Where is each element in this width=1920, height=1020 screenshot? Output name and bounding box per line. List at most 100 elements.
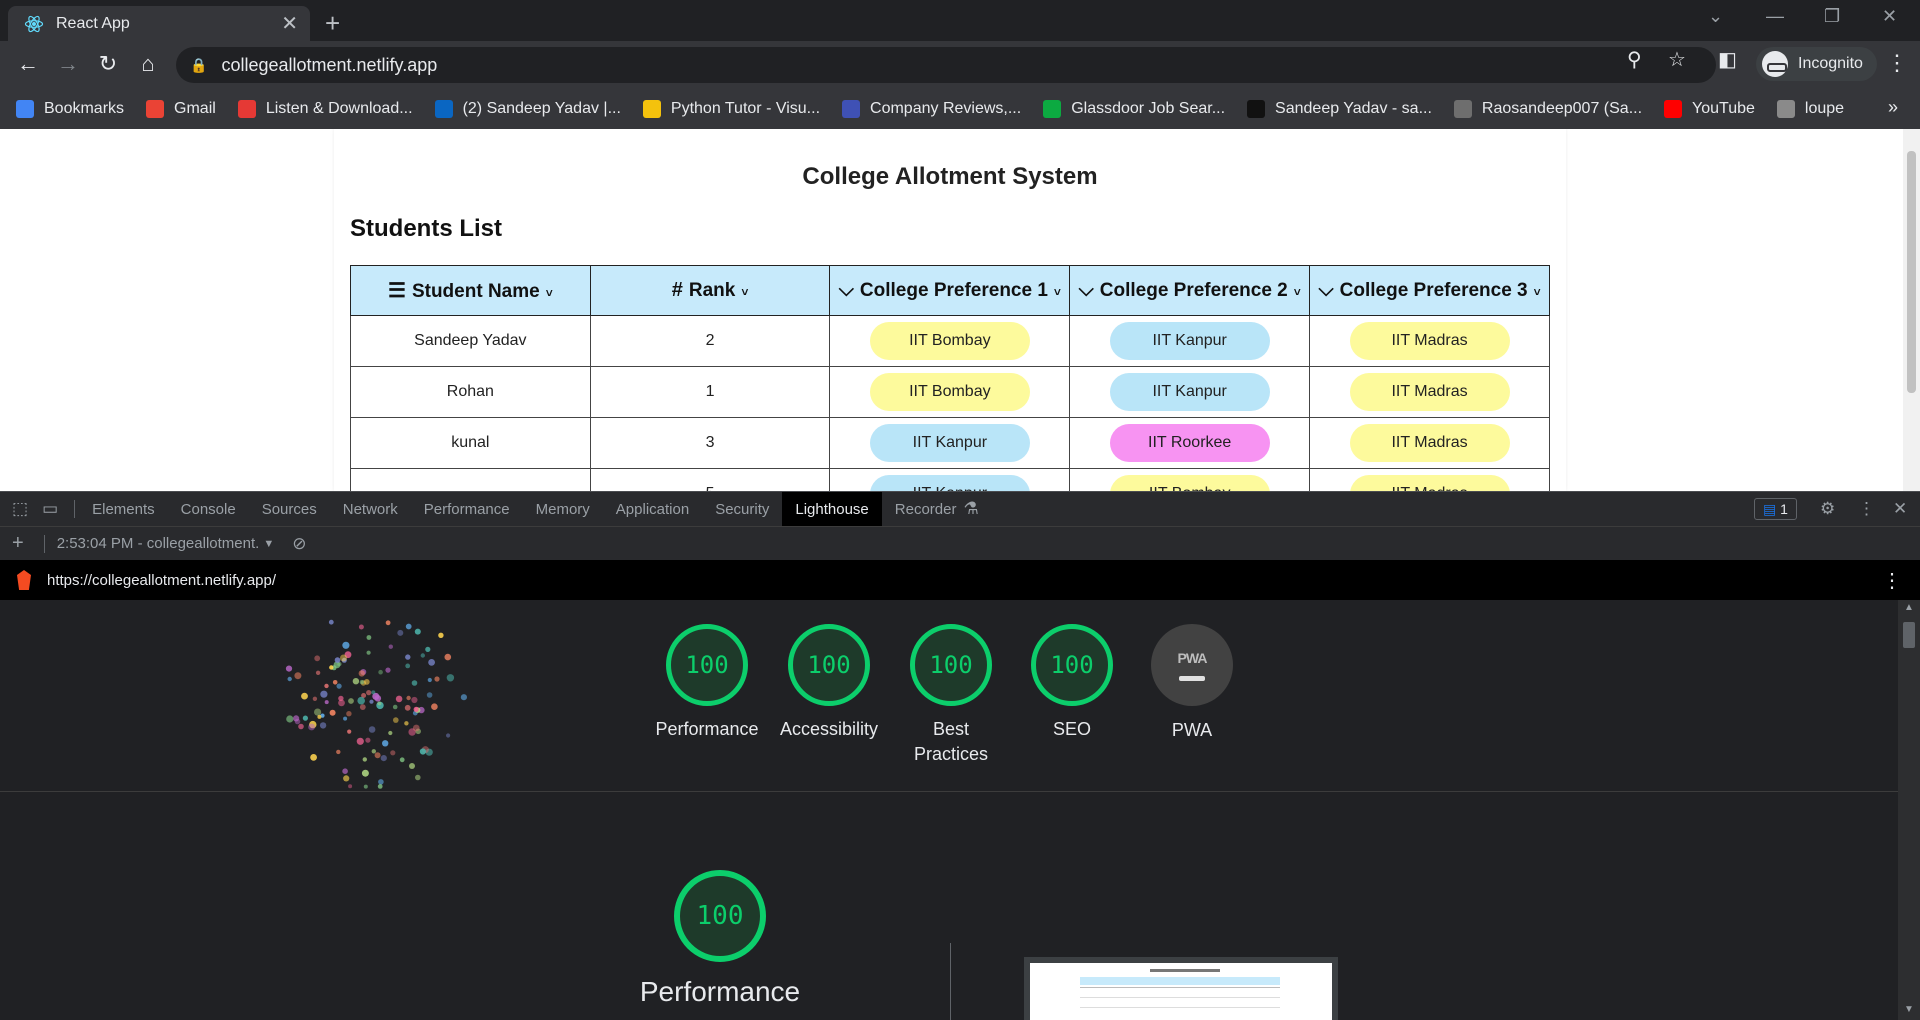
devtools-tab-network[interactable]: Network bbox=[330, 492, 411, 527]
zoom-icon[interactable]: ⚲ bbox=[1627, 47, 1642, 72]
address-url[interactable]: collegeallotment.netlify.app bbox=[221, 55, 437, 76]
scroll-up-arrow-icon[interactable]: ▲ bbox=[1904, 602, 1914, 613]
bookmark-label: Python Tutor - Visu... bbox=[670, 100, 821, 117]
home-icon[interactable]: ⌂ bbox=[134, 51, 162, 77]
bookmark-item[interactable]: Raosandeep007 (Sa... bbox=[1453, 100, 1642, 118]
incognito-indicator[interactable]: Incognito bbox=[1756, 47, 1877, 81]
report-url[interactable]: https://collegeallotment.netlify.app/ bbox=[47, 572, 276, 589]
confetti-dot bbox=[358, 624, 364, 630]
minimize-window-button[interactable]: — bbox=[1766, 6, 1784, 27]
college-pill[interactable]: IIT Roorkee bbox=[1109, 424, 1270, 462]
devtools-tab-security[interactable]: Security bbox=[702, 492, 782, 527]
sort-caret-icon[interactable]: ˅ bbox=[741, 285, 748, 299]
issues-badge[interactable]: ▤ 1 bbox=[1754, 498, 1797, 520]
bookmark-item[interactable]: Python Tutor - Visu... bbox=[642, 100, 821, 118]
scroll-down-arrow-icon[interactable]: ▼ bbox=[1904, 1004, 1914, 1015]
device-toolbar-icon[interactable]: ▭ bbox=[42, 499, 58, 519]
college-pill[interactable]: IIT Kanpur bbox=[869, 475, 1030, 491]
confetti-dot bbox=[420, 653, 425, 658]
sort-caret-icon[interactable]: ˅ bbox=[1534, 285, 1541, 299]
page-scrollbar[interactable] bbox=[1903, 129, 1920, 491]
score-label[interactable]: Best Practices bbox=[911, 717, 991, 767]
bookmark-favicon-icon bbox=[16, 100, 34, 118]
back-icon[interactable]: ← bbox=[14, 51, 42, 77]
forward-icon[interactable]: → bbox=[54, 51, 82, 77]
pwa-label[interactable]: PWA bbox=[1132, 718, 1252, 743]
bookmark-item[interactable]: Glassdoor Job Sear... bbox=[1043, 100, 1225, 118]
devtools-more-icon[interactable]: ⋮ bbox=[1858, 499, 1875, 519]
page-scrollbar-thumb[interactable] bbox=[1907, 151, 1916, 393]
bookmark-star-icon[interactable]: ☆ bbox=[1668, 47, 1686, 72]
bookmark-item[interactable]: Listen & Download... bbox=[237, 100, 413, 118]
page-screenshot-thumbnail[interactable] bbox=[1024, 957, 1338, 1020]
college-pill[interactable]: IIT Bombay bbox=[1109, 475, 1270, 491]
column-header-pref-1[interactable]: ⌵ College Preference 1 ˅ bbox=[829, 265, 1071, 316]
chevron-down-icon[interactable]: ▼ bbox=[263, 538, 274, 550]
devtools-scrollbar[interactable]: ▲ ▼ bbox=[1898, 600, 1920, 1020]
bookmark-item[interactable]: Company Reviews,... bbox=[842, 100, 1021, 118]
score-gauge-accessibility[interactable]: 100 bbox=[788, 624, 870, 706]
close-window-button[interactable]: ✕ bbox=[1882, 6, 1897, 27]
report-menu-icon[interactable]: ⋮ bbox=[1882, 568, 1902, 593]
reload-icon[interactable]: ↻ bbox=[94, 51, 122, 77]
close-tab-icon[interactable]: ✕ bbox=[281, 11, 298, 36]
devtools-tab-sources[interactable]: Sources bbox=[249, 492, 330, 527]
lock-icon[interactable]: 🔒 bbox=[190, 57, 207, 74]
bookmark-item[interactable]: loupe bbox=[1776, 100, 1844, 118]
college-pill[interactable]: IIT Kanpur bbox=[1109, 322, 1270, 360]
college-pill[interactable]: IIT Madras bbox=[1349, 475, 1510, 491]
column-header-student-name[interactable]: ☰ Student Name ˅ bbox=[350, 265, 591, 316]
tab-search-icon[interactable]: ⌄ bbox=[1708, 6, 1723, 27]
side-panel-icon[interactable]: ◧ bbox=[1718, 47, 1737, 72]
confetti-dot bbox=[366, 635, 372, 640]
score-gauge-seo[interactable]: 100 bbox=[1031, 624, 1113, 706]
score-gauge-best-practices[interactable]: 100 bbox=[910, 624, 992, 706]
bookmark-item[interactable]: (2) Sandeep Yadav |... bbox=[434, 100, 621, 118]
score-gauge-performance[interactable]: 100 bbox=[666, 624, 748, 706]
devtools-scrollbar-thumb[interactable] bbox=[1903, 622, 1915, 648]
restore-window-button[interactable]: ❐ bbox=[1824, 6, 1840, 27]
new-tab-button[interactable]: + bbox=[325, 8, 340, 39]
address-bar[interactable]: 🔒 collegeallotment.netlify.app bbox=[176, 47, 1716, 83]
browser-menu-icon[interactable]: ⋮ bbox=[1886, 50, 1908, 76]
college-pill[interactable]: IIT Madras bbox=[1349, 322, 1510, 360]
devtools-tab-performance[interactable]: Performance bbox=[411, 492, 523, 527]
devtools-tab-lighthouse[interactable]: Lighthouse bbox=[782, 491, 882, 527]
column-header-pref-3[interactable]: ⌵ College Preference 3 ˅ bbox=[1309, 265, 1550, 316]
college-pill[interactable]: IIT Bombay bbox=[869, 322, 1030, 360]
sort-caret-icon[interactable]: ˅ bbox=[1294, 285, 1301, 299]
devtools-settings-icon[interactable]: ⚙ bbox=[1820, 499, 1835, 519]
bookmark-item[interactable]: Sandeep Yadav - sa... bbox=[1247, 100, 1432, 118]
score-label[interactable]: SEO bbox=[1012, 717, 1132, 742]
more-bookmarks-icon[interactable]: » bbox=[1888, 97, 1898, 118]
column-header-rank[interactable]: # Rank ˅ bbox=[589, 265, 831, 316]
score-label[interactable]: Performance bbox=[647, 717, 767, 742]
college-pill[interactable]: IIT Kanpur bbox=[869, 424, 1030, 462]
inspect-element-icon[interactable]: ⬚ bbox=[12, 499, 28, 519]
devtools-tab-application[interactable]: Application bbox=[603, 492, 702, 527]
close-devtools-icon[interactable]: ✕ bbox=[1893, 499, 1907, 519]
devtools-tab-recorder[interactable]: Recorder bbox=[882, 492, 970, 527]
clear-reports-icon[interactable]: ⊘ bbox=[292, 534, 306, 554]
column-header-pref-2[interactable]: ⌵ College Preference 2 ˅ bbox=[1069, 265, 1311, 316]
college-pill[interactable]: IIT Madras bbox=[1349, 424, 1510, 462]
browser-tab-react-app[interactable]: React App ✕ bbox=[8, 6, 310, 41]
sort-caret-icon[interactable]: ˅ bbox=[1054, 285, 1061, 299]
college-pill[interactable]: IIT Bombay bbox=[869, 373, 1030, 411]
bookmark-item[interactable]: YouTube bbox=[1664, 100, 1755, 118]
sort-caret-icon[interactable]: ˅ bbox=[546, 286, 553, 300]
pwa-badge[interactable]: PWA bbox=[1151, 624, 1233, 706]
score-label[interactable]: Accessibility bbox=[769, 717, 889, 742]
confetti-dot bbox=[378, 669, 383, 675]
devtools-tab-elements[interactable]: Elements bbox=[79, 492, 168, 527]
devtools-tab-console[interactable]: Console bbox=[168, 492, 249, 527]
devtools-tab-memory[interactable]: Memory bbox=[523, 492, 603, 527]
college-pill[interactable]: IIT Kanpur bbox=[1109, 373, 1270, 411]
college-pill[interactable]: IIT Madras bbox=[1349, 373, 1510, 411]
bookmark-item[interactable]: Gmail bbox=[146, 100, 216, 118]
new-report-icon[interactable]: + bbox=[12, 532, 24, 555]
confetti-dot bbox=[405, 623, 412, 630]
bookmark-item[interactable]: Bookmarks bbox=[16, 100, 124, 118]
column-header-label: College Preference 1 bbox=[859, 280, 1048, 301]
report-selector[interactable]: 2:53:04 PM - collegeallotment. bbox=[57, 535, 260, 552]
